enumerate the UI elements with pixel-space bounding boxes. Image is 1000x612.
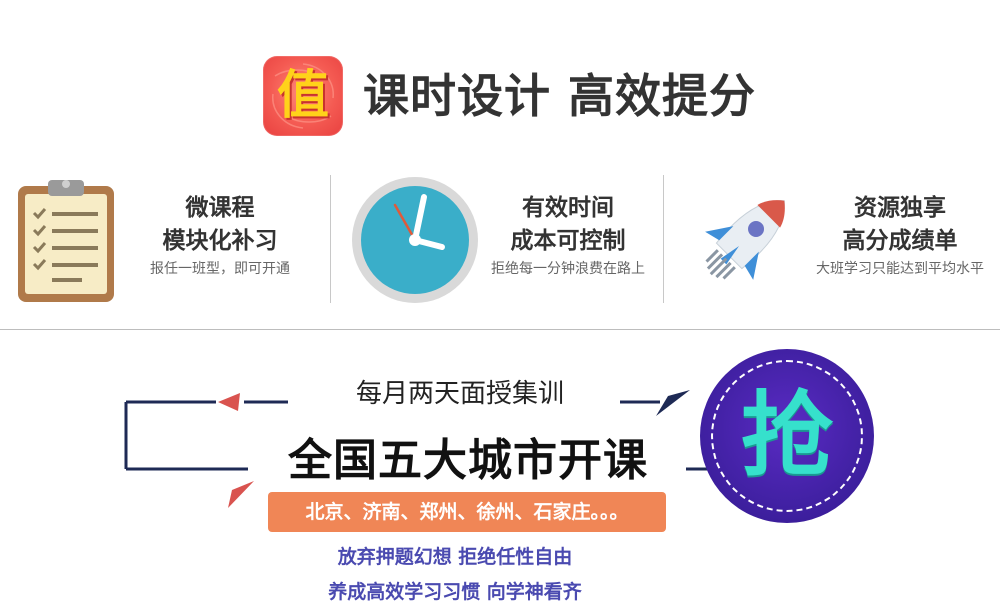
feature-title: 有效时间 xyxy=(522,195,614,221)
slogan-line-1: 放弃押题幻想 拒绝任性自由 xyxy=(337,546,573,568)
feature-caption: 报任一班型，即可开通 xyxy=(150,261,290,277)
feature-exclusive-resources: 资源独享 高分成绩单 大班学习只能达到平均水平 xyxy=(802,192,998,280)
feature-title: 微课程 xyxy=(185,195,255,221)
slogan-line-2: 养成高效学习习惯 向学神看齐 xyxy=(328,581,582,603)
brand-logo: 值 xyxy=(263,56,343,136)
logo-character: 值 xyxy=(276,65,329,126)
feature-caption: 拒绝每一分钟浪费在路上 xyxy=(491,261,645,277)
feature-divider xyxy=(663,175,664,303)
rocket-icon xyxy=(705,200,785,280)
clipboard-icon xyxy=(18,180,114,302)
feature-title: 资源独享 xyxy=(854,195,946,221)
feature-subtitle: 高分成绩单 xyxy=(842,228,958,254)
feature-effective-time: 有效时间 成本可控制 拒绝每一分钟浪费在路上 xyxy=(478,192,658,280)
grab-badge-button[interactable]: 抢 xyxy=(700,349,874,523)
city-list-banner: 北京、济南、郑州、徐州、石家庄。。。 xyxy=(268,492,666,532)
feature-subtitle: 模块化补习 xyxy=(162,228,278,254)
feature-caption: 大班学习只能达到平均水平 xyxy=(816,261,984,277)
page-title: 课时设计 高效提分 xyxy=(363,69,757,123)
feature-micro-course: 微课程 模块化补习 报任一班型，即可开通 xyxy=(130,192,310,280)
feature-subtitle: 成本可控制 xyxy=(510,228,626,254)
badge-character: 抢 xyxy=(740,382,833,489)
cities-headline: 全国五大城市开课 xyxy=(288,435,648,486)
feature-divider xyxy=(330,175,331,303)
monthly-training-label: 每月两天面授集训 xyxy=(355,379,564,409)
clock-icon xyxy=(352,177,478,303)
